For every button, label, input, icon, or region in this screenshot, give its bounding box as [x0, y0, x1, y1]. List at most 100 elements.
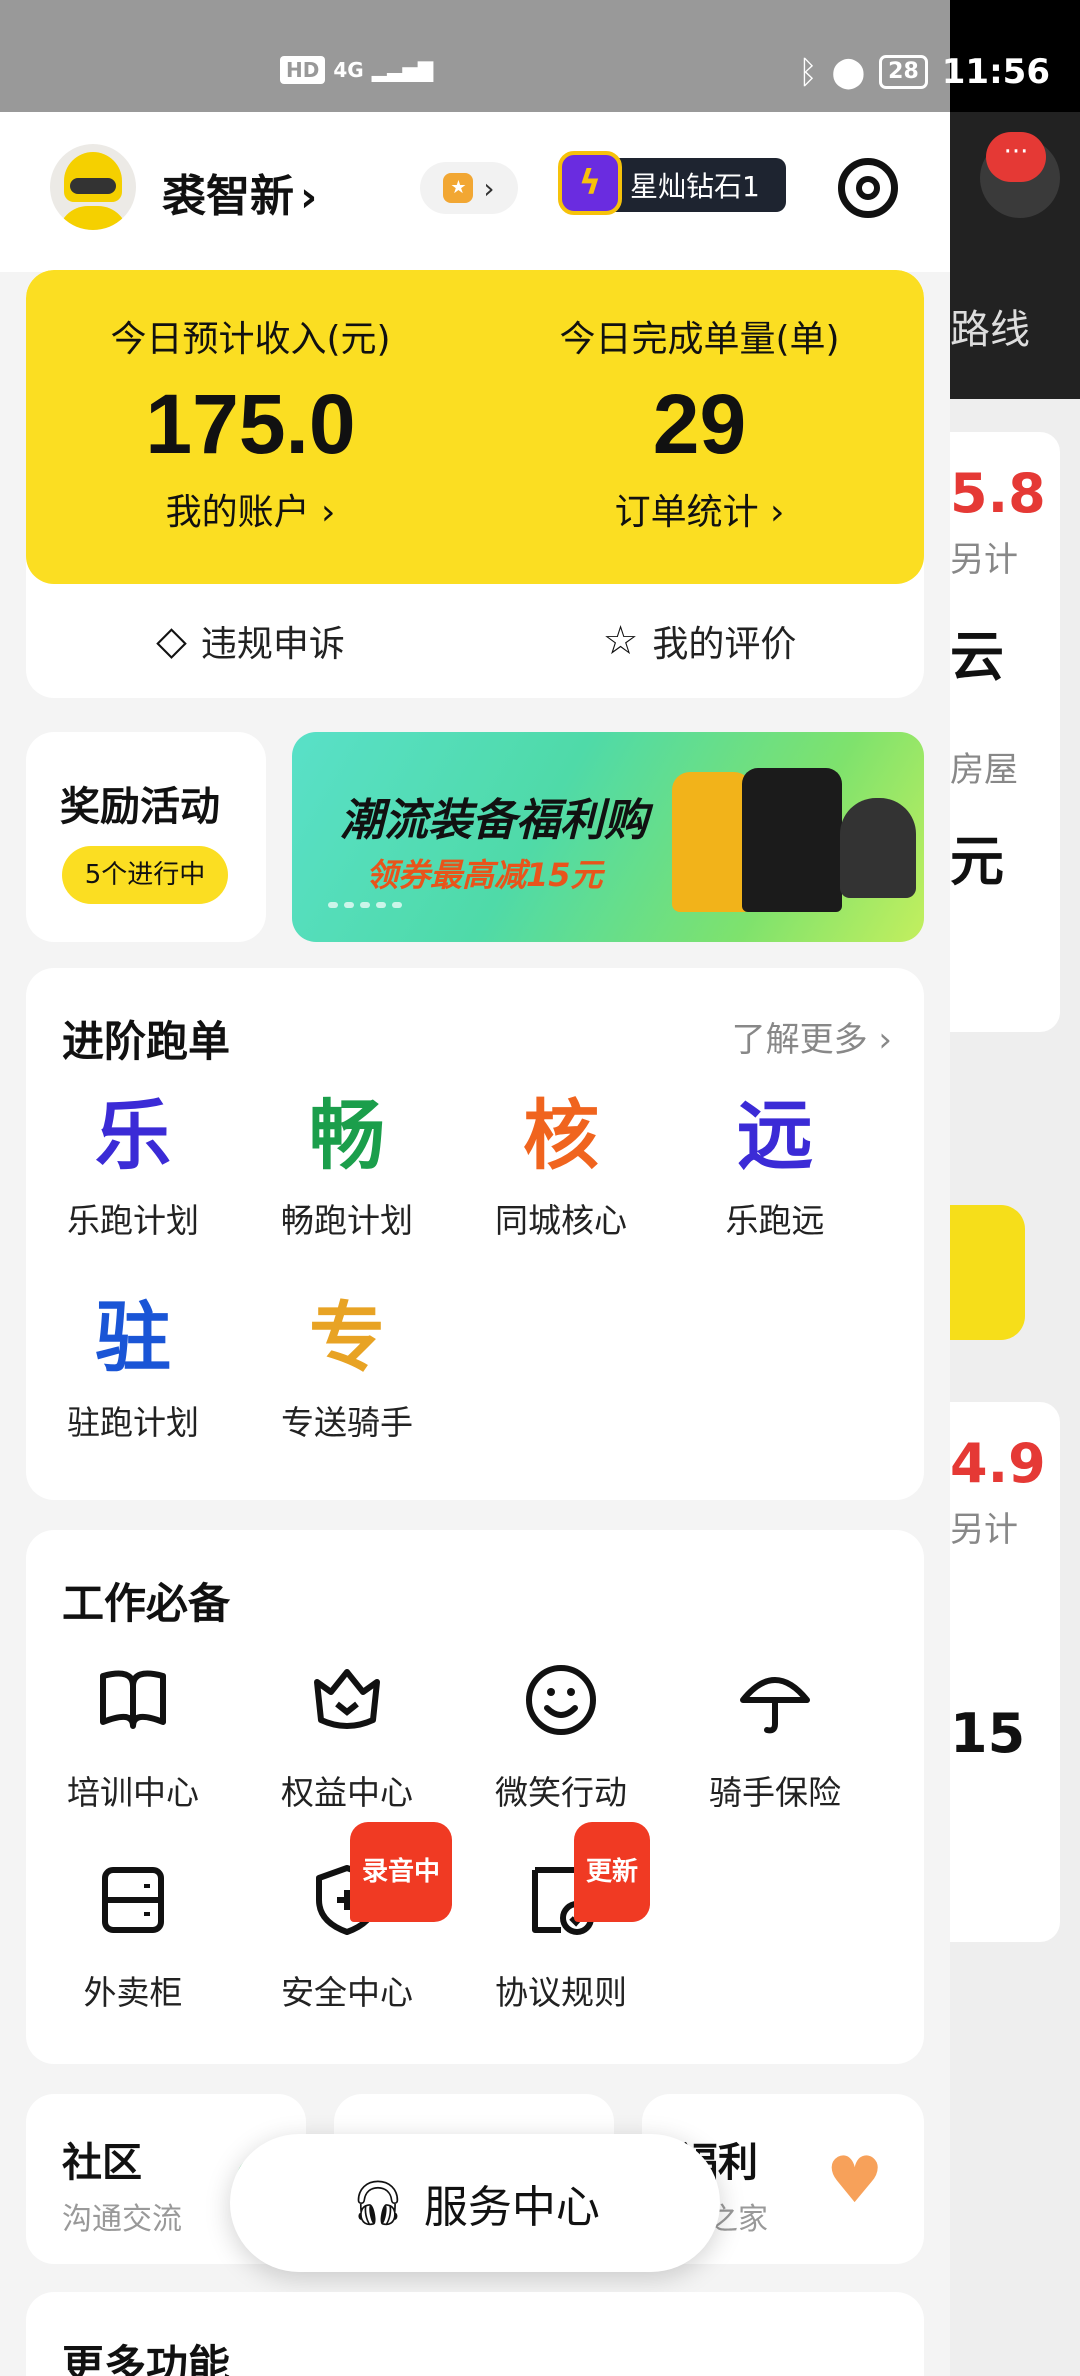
income-column: 今日预计收入(元) 175.0 我的账户 › — [26, 310, 475, 535]
advanced-item-city-core[interactable]: 核 同城核心 — [454, 1088, 668, 1242]
chevron-right-icon: › — [770, 492, 785, 533]
advanced-item-zhupao[interactable]: 驻 驻跑计划 — [26, 1290, 240, 1444]
rank-label: 星灿钻石1 — [630, 170, 760, 203]
jacket-image — [672, 772, 752, 912]
banner-title: 潮流装备福利购 — [340, 795, 648, 846]
tool-icon-wrap — [26, 1860, 240, 1956]
umbrella-icon — [740, 1677, 810, 1734]
advanced-item-lepao[interactable]: 乐 乐跑计划 — [26, 1088, 240, 1242]
learn-more-link[interactable]: 了解更多 › — [732, 1012, 892, 1061]
level-badge-button[interactable]: ★ › — [420, 162, 518, 214]
tool-icon-wrap — [454, 1660, 668, 1756]
advanced-item-changpao[interactable]: 畅 畅跑计划 — [240, 1088, 454, 1242]
bg-card1-amount: 5.8 — [950, 462, 1046, 525]
bg-card1-note: 另计 — [950, 540, 1018, 580]
drawer-header: 裘智新 › ★ › ϟ 星灿钻石1 — [0, 112, 950, 272]
tool-icon-wrap — [26, 1660, 240, 1756]
bg-card2-amount: 4.9 — [950, 1432, 1046, 1495]
violation-appeal-label: 违规申诉 — [200, 624, 345, 665]
avatar-visor — [70, 178, 116, 194]
notification-badge: ··· — [986, 132, 1046, 182]
settings-button[interactable] — [838, 158, 898, 218]
clock: 11:56 — [941, 52, 1050, 92]
heart-icon: ♥ — [826, 2144, 884, 2218]
lightning-icon: ϟ — [558, 151, 622, 215]
tool-safety-center[interactable]: 录音中 安全中心 — [240, 1822, 454, 2014]
tool-label: 权益中心 — [281, 1773, 413, 1812]
tool-food-locker[interactable]: 外卖柜 — [26, 1860, 240, 2014]
earnings-card: 今日预计收入(元) 175.0 我的账户 › 今日完成单量(单) 29 订单统计… — [26, 270, 924, 698]
far-glyph-icon: 远 — [737, 1091, 813, 1180]
advanced-item-dedicated[interactable]: 专 专送骑手 — [240, 1290, 454, 1444]
earnings-summary: 今日预计收入(元) 175.0 我的账户 › 今日完成单量(单) 29 订单统计… — [26, 270, 924, 584]
route-label: 路线 — [950, 307, 1030, 353]
headset-icon: 🎧︎ — [350, 2178, 406, 2229]
battery-icon: 28 — [879, 55, 928, 89]
tool-icon-wrap: 更新 — [454, 1822, 668, 1956]
tool-label: 协议规则 — [495, 1973, 627, 2012]
advanced-item-label: 乐跑计划 — [67, 1201, 199, 1240]
tool-benefits-center[interactable]: 权益中心 — [240, 1660, 454, 1814]
banner-subtitle: 领券最高减15元 — [366, 856, 603, 894]
avatar[interactable] — [50, 144, 136, 230]
violation-appeal-button[interactable]: ◇ 违规申诉 — [26, 584, 475, 698]
username: 裘智新 — [162, 171, 294, 222]
bg-card1-unit: 元 — [950, 830, 1004, 893]
background-order-card-2: 4.9 另计 15 — [950, 1402, 1060, 1942]
tool-training-center[interactable]: 培训中心 — [26, 1660, 240, 1814]
status-left: HD 4G ▂▃▅▇ — [280, 56, 433, 84]
crown-icon — [314, 1669, 380, 1729]
lepao-glyph-icon: 乐 — [95, 1091, 171, 1180]
learn-more-label: 了解更多 — [731, 1020, 868, 1060]
status-bar: HD 4G ▂▃▅▇ ᛒ ⬤ 28 11:56 — [0, 0, 1080, 112]
orders-column: 今日完成单量(单) 29 订单统计 › — [475, 310, 924, 535]
orders-title: 今日完成单量(单) — [559, 319, 840, 360]
rewards-card[interactable]: 奖励活动 5个进行中 — [26, 732, 266, 942]
update-badge: 更新 — [574, 1822, 651, 1922]
avatar-helmet — [64, 152, 122, 202]
background-page: ··· 路线 5.8 另计 云 房屋 元 4.9 另计 15 — [950, 112, 1080, 2376]
bg-card2-big: 15 — [950, 1702, 1026, 1765]
promo-banner[interactable]: 潮流装备福利购 领券最高减15元 — [292, 732, 924, 942]
background-yellow-button — [950, 1205, 1025, 1340]
location-icon: ⬤ — [831, 54, 866, 90]
avatar-body — [58, 206, 128, 230]
income-value: 175.0 — [145, 377, 356, 471]
tool-label: 培训中心 — [67, 1773, 199, 1812]
advanced-item-label: 畅跑计划 — [281, 1201, 413, 1240]
my-rating-label: 我的评价 — [652, 624, 797, 665]
chevron-right-icon: › — [483, 171, 495, 205]
tool-smile-action[interactable]: 微笑行动 — [454, 1660, 668, 1814]
earnings-actions: ◇ 违规申诉 ☆ 我的评价 — [26, 584, 924, 698]
chevron-right-icon: › — [321, 492, 336, 533]
tool-label: 安全中心 — [281, 1973, 413, 2012]
core-glyph-icon: 核 — [523, 1091, 599, 1180]
income-title: 今日预计收入(元) — [110, 319, 391, 360]
tool-rider-insurance[interactable]: 骑手保险 — [668, 1660, 882, 1814]
tool-label: 骑手保险 — [709, 1773, 841, 1812]
my-rating-button[interactable]: ☆ 我的评价 — [475, 584, 924, 698]
bluetooth-icon: ᛒ — [798, 53, 818, 91]
tool-icon-wrap: 录音中 — [240, 1822, 454, 1956]
rewards-title: 奖励活动 — [60, 784, 220, 830]
zhupao-glyph-icon: 驻 — [95, 1293, 171, 1382]
banner-pager-dots — [328, 902, 402, 908]
service-center-button[interactable]: 🎧︎ 服务中心 — [230, 2134, 720, 2272]
profile-link[interactable]: 裘智新 › — [162, 160, 317, 224]
order-stats-label: 订单统计 — [614, 492, 759, 533]
order-stats-link[interactable]: 订单统计 › — [475, 483, 924, 535]
advanced-item-label: 同城核心 — [495, 1201, 627, 1240]
advanced-title: 进阶跑单 — [62, 1017, 231, 1066]
community-subtitle: 沟通交流 — [62, 2202, 182, 2237]
chevron-right-icon: › — [300, 172, 318, 221]
work-essentials-card: 工作必备 培训中心 权益中心 微笑行动 骑手保险 外卖柜 录音中 安全中心 更新… — [26, 1530, 924, 2064]
rank-badge[interactable]: ϟ 星灿钻石1 — [558, 151, 786, 215]
my-account-link[interactable]: 我的账户 › — [26, 483, 475, 535]
tool-icon-wrap — [240, 1660, 454, 1756]
rewards-status-pill: 5个进行中 — [62, 846, 228, 904]
tool-label: 微笑行动 — [495, 1773, 627, 1812]
tool-agreement-rules[interactable]: 更新 协议规则 — [454, 1822, 668, 2014]
community-title: 社区 — [62, 2140, 142, 2186]
more-features-title: 更多功能 — [62, 2341, 231, 2376]
advanced-item-lepao-far[interactable]: 远 乐跑远 — [668, 1088, 882, 1242]
